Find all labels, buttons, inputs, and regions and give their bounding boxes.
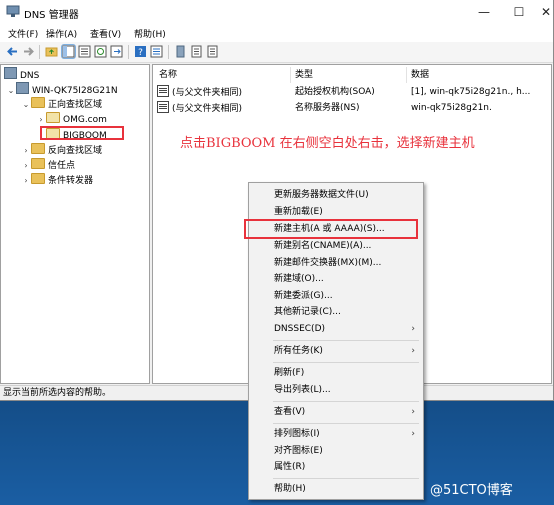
tree-label-server: WIN-QK75I28G21N xyxy=(32,86,118,96)
instruction-annotation: 点击BIGBOOM 在右侧空白处右击，选择新建主机 xyxy=(180,136,475,151)
menu-item-help[interactable]: 帮助(H) xyxy=(249,481,423,497)
tree-label-trust-points: 信任点 xyxy=(48,161,76,171)
back-icon[interactable] xyxy=(6,45,19,58)
row-name: (与父文件夹相同) xyxy=(172,104,243,114)
dns-icon xyxy=(4,67,17,79)
window-title: DNS 管理器 xyxy=(24,10,79,21)
menu-separator xyxy=(273,401,419,402)
submenu-arrow-icon: › xyxy=(411,346,415,356)
menu-item-update-server-data[interactable]: 更新服务器数据文件(U) xyxy=(249,187,423,203)
menu-item-new-domain[interactable]: 新建域(O)... xyxy=(249,271,423,287)
tree-label-dns: DNS xyxy=(20,71,40,81)
menu-item-line-up-icons[interactable]: 对齐图标(E) xyxy=(249,443,423,459)
tree-label-reverse-zones: 反向查找区域 xyxy=(48,146,103,156)
menu-view[interactable]: 查看(V) xyxy=(90,27,121,40)
menu-item-refresh[interactable]: 刷新(F) xyxy=(249,365,423,381)
menu-action[interactable]: 操作(A) xyxy=(46,27,77,40)
menu-item-arrange-icons-label: 排列图标(I) xyxy=(274,429,320,439)
row-data: [1], win-qk75i28g21n., h... xyxy=(411,87,531,97)
submenu-arrow-icon: › xyxy=(411,429,415,439)
maximize-button[interactable]: ☐ xyxy=(506,3,532,21)
export-icon[interactable] xyxy=(110,45,123,58)
table-row[interactable]: (与父文件夹相同) 起始授权机构(SOA) [1], win-qk75i28g2… xyxy=(153,85,551,99)
column-header-name[interactable]: 名称 xyxy=(155,67,291,83)
menu-item-all-tasks[interactable]: 所有任务(K) › xyxy=(249,343,423,359)
tree-item-conditional-forwarders[interactable]: › 条件转发器 xyxy=(21,173,93,187)
refresh-icon[interactable] xyxy=(94,45,107,58)
bigboom-highlight-box xyxy=(40,126,124,140)
menu-item-view[interactable]: 查看(V) › xyxy=(249,404,423,420)
menu-item-reload[interactable]: 重新加载(E) xyxy=(249,204,423,220)
expand-icon[interactable]: › xyxy=(21,159,31,173)
toolbar: ? xyxy=(0,42,553,63)
folder-icon xyxy=(31,158,45,169)
menu-item-dnssec-label: DNSSEC(D) xyxy=(274,324,326,334)
record-icon[interactable] xyxy=(190,45,203,58)
svg-text:?: ? xyxy=(138,48,143,58)
tree-item-server[interactable]: ⌄ WIN-QK75I28G21N xyxy=(6,82,118,96)
record-icon xyxy=(157,101,169,113)
details-icon[interactable] xyxy=(150,45,163,58)
menu-item-dnssec[interactable]: DNSSEC(D) › xyxy=(249,321,423,337)
properties-icon[interactable] xyxy=(78,45,91,58)
menu-separator xyxy=(273,362,419,363)
watermark: @51CTO博客 xyxy=(430,483,513,498)
tree-item-reverse-zones[interactable]: › 反向查找区域 xyxy=(21,143,102,157)
submenu-arrow-icon: › xyxy=(411,324,415,334)
row-data: win-qk75i28g21n. xyxy=(411,103,492,113)
folder-icon xyxy=(31,97,45,108)
tree-label-omg: OMG.com xyxy=(63,115,107,125)
zone-icon xyxy=(46,112,60,123)
tree-item-omg[interactable]: › OMG.com xyxy=(36,112,107,126)
menu-item-properties[interactable]: 属性(R) xyxy=(249,459,423,475)
menu-item-new-delegation[interactable]: 新建委派(G)... xyxy=(249,288,423,304)
new-host-highlight-box xyxy=(244,219,418,239)
menu-file[interactable]: 文件(F) xyxy=(8,27,38,40)
menu-separator xyxy=(273,423,419,424)
menu-separator xyxy=(273,478,419,479)
submenu-arrow-icon: › xyxy=(411,407,415,417)
forward-icon[interactable] xyxy=(22,45,35,58)
expand-icon[interactable]: › xyxy=(21,174,31,188)
server-icon[interactable] xyxy=(174,45,187,58)
close-button[interactable]: ✕ xyxy=(533,3,554,21)
collapse-icon[interactable]: ⌄ xyxy=(6,84,16,98)
up-folder-icon[interactable] xyxy=(45,45,58,58)
menu-item-all-tasks-label: 所有任务(K) xyxy=(274,346,323,356)
record2-icon[interactable] xyxy=(206,45,219,58)
record-icon xyxy=(157,85,169,97)
row-type: 起始授权机构(SOA) xyxy=(295,87,375,97)
tree-item-forward-zones[interactable]: ⌄ 正向查找区域 xyxy=(21,97,102,111)
collapse-icon[interactable]: ⌄ xyxy=(21,98,31,112)
folder-icon xyxy=(31,173,45,184)
server-icon xyxy=(16,82,29,94)
tree-item-dns[interactable]: DNS xyxy=(4,67,39,81)
menu-bar: 文件(F) 操作(A) 查看(V) 帮助(H) xyxy=(0,24,553,42)
column-header-type[interactable]: 类型 xyxy=(291,67,407,83)
table-row[interactable]: (与父文件夹相同) 名称服务器(NS) win-qk75i28g21n. xyxy=(153,101,551,115)
help-icon[interactable]: ? xyxy=(134,45,147,58)
title-bar[interactable]: DNS 管理器 — ☐ ✕ xyxy=(0,0,553,24)
expand-icon[interactable]: › xyxy=(21,144,31,158)
menu-item-export-list[interactable]: 导出列表(L)... xyxy=(249,382,423,398)
show-tree-icon[interactable] xyxy=(61,44,76,59)
menu-item-new-alias[interactable]: 新建别名(CNAME)(A)... xyxy=(249,238,423,254)
menu-separator xyxy=(273,340,419,341)
menu-help[interactable]: 帮助(H) xyxy=(134,27,166,40)
console-tree: DNS ⌄ WIN-QK75I28G21N ⌄ 正向查找区域 › OMG.com BI… xyxy=(0,64,150,384)
tree-label-forward-zones: 正向查找区域 xyxy=(48,100,103,110)
menu-item-other-records[interactable]: 其他新记录(C)... xyxy=(249,304,423,320)
menu-item-view-label: 查看(V) xyxy=(274,407,306,417)
row-name: (与父文件夹相同) xyxy=(172,88,243,98)
expand-icon[interactable]: › xyxy=(36,113,46,127)
tree-label-conditional-forwarders: 条件转发器 xyxy=(48,176,94,186)
menu-item-arrange-icons[interactable]: 排列图标(I) › xyxy=(249,426,423,442)
dns-manager-app-icon xyxy=(6,5,20,17)
column-header-data[interactable]: 数据 xyxy=(407,67,551,83)
folder-icon xyxy=(31,143,45,154)
menu-item-new-mail-exchanger[interactable]: 新建邮件交换器(MX)(M)... xyxy=(249,255,423,271)
tree-item-trust-points[interactable]: › 信任点 xyxy=(21,158,75,172)
row-type: 名称服务器(NS) xyxy=(295,103,360,113)
minimize-button[interactable]: — xyxy=(471,3,497,21)
